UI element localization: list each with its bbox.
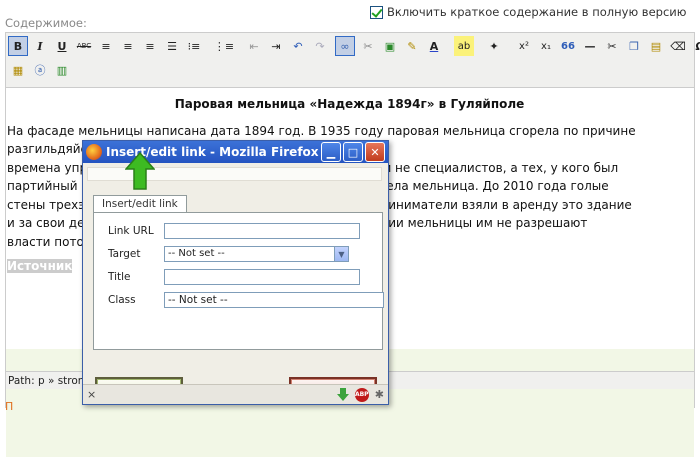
checkbox-checked-icon[interactable]: [370, 5, 383, 19]
italic-button[interactable]: I: [30, 36, 50, 56]
paste-text-icon[interactable]: ▦: [8, 60, 28, 80]
horizontal-rule-icon[interactable]: —: [580, 36, 600, 56]
cut-icon[interactable]: ✂: [602, 36, 622, 56]
media-icon[interactable]: ▥: [52, 60, 72, 80]
target-label: Target: [108, 248, 141, 260]
highlight-color-icon[interactable]: ab: [454, 36, 474, 56]
undo-icon[interactable]: ↶: [288, 36, 308, 56]
element-path[interactable]: Path: p » strong: [8, 375, 91, 387]
content-label: Содержимое:: [5, 16, 87, 30]
target-select-value: -- Not set --: [168, 248, 225, 259]
align-center-icon[interactable]: ≡: [118, 36, 138, 56]
green-up-arrow-icon: [125, 152, 155, 190]
doc-line-5-left: и за свои ден: [7, 216, 93, 230]
cleanup-icon[interactable]: ✎: [402, 36, 422, 56]
underline-button[interactable]: U: [52, 36, 72, 56]
strikethrough-button[interactable]: ABC: [74, 36, 94, 56]
below-editor-text: П: [5, 400, 14, 413]
link-url-label: Link URL: [108, 225, 154, 237]
maximize-icon[interactable]: □: [343, 142, 363, 162]
class-select[interactable]: -- Not set --: [164, 292, 384, 308]
title-input[interactable]: [164, 269, 360, 285]
eraser-icon[interactable]: ⌫: [668, 36, 688, 56]
subscript-button[interactable]: x₁: [536, 36, 556, 56]
firefox-icon: [86, 144, 102, 160]
statusbar-close-icon[interactable]: ×: [87, 388, 96, 401]
bold-button[interactable]: B: [8, 36, 28, 56]
superscript-button[interactable]: x²: [514, 36, 534, 56]
doc-heading: Паровая мельница «Надежда 1894г» в Гуляй…: [174, 97, 525, 111]
bullet-list-icon[interactable]: ⁝≡: [184, 36, 204, 56]
special-char-button[interactable]: Ω: [690, 36, 700, 56]
close-icon[interactable]: ✕: [365, 142, 385, 162]
addon-icon[interactable]: ✱: [375, 388, 384, 401]
paste-word-icon[interactable]: ⓐ: [30, 60, 50, 80]
numbered-list-icon[interactable]: ⋮≡: [214, 36, 234, 56]
copy-icon[interactable]: ❐: [624, 36, 644, 56]
minimize-icon[interactable]: ▁: [321, 142, 341, 162]
link-url-input[interactable]: [164, 223, 360, 239]
title-label: Title: [108, 271, 131, 283]
align-right-icon[interactable]: ≡: [140, 36, 160, 56]
paste-icon[interactable]: ▤: [646, 36, 666, 56]
tab-insert-edit-link[interactable]: Insert/edit link: [93, 195, 187, 213]
short-content-toggle[interactable]: Включить краткое содержание в полную вер…: [370, 5, 686, 19]
link-icon[interactable]: ∞: [335, 36, 355, 56]
adblock-icon[interactable]: ABP: [354, 387, 369, 402]
image-icon[interactable]: ▣: [380, 36, 400, 56]
blockquote-button[interactable]: 66: [558, 36, 578, 56]
link-form-panel: Link URL Target -- Not set -- ▼ Title Cl…: [93, 212, 384, 350]
text-color-icon[interactable]: A: [424, 36, 444, 56]
download-arrow-icon[interactable]: [336, 387, 349, 402]
target-select[interactable]: -- Not set -- ▼: [164, 246, 349, 262]
indent-icon[interactable]: ⇥: [266, 36, 286, 56]
doc-line-6-left: власти потом: [7, 234, 93, 249]
short-content-label: Включить краткое содержание в полную вер…: [387, 5, 687, 19]
align-left-icon[interactable]: ≡: [96, 36, 116, 56]
source-link[interactable]: Источник: [7, 259, 73, 273]
class-label: Class: [108, 294, 136, 306]
dialog-statusbar: × ABP ✱: [83, 384, 388, 404]
redo-icon[interactable]: ↷: [310, 36, 330, 56]
editor-toolbar: B I U ABC ≡ ≡ ≡ ☰ ⁝≡ ⋮≡ ⇤ ⇥ ↶ ↷ ∞ ✂ ▣ ✎ …: [6, 33, 700, 88]
styles-icon[interactable]: ✦: [484, 36, 504, 56]
unlink-icon[interactable]: ✂: [358, 36, 378, 56]
outdent-icon[interactable]: ⇤: [244, 36, 264, 56]
chevron-down-icon[interactable]: ▼: [334, 246, 349, 262]
align-justify-icon[interactable]: ☰: [162, 36, 182, 56]
